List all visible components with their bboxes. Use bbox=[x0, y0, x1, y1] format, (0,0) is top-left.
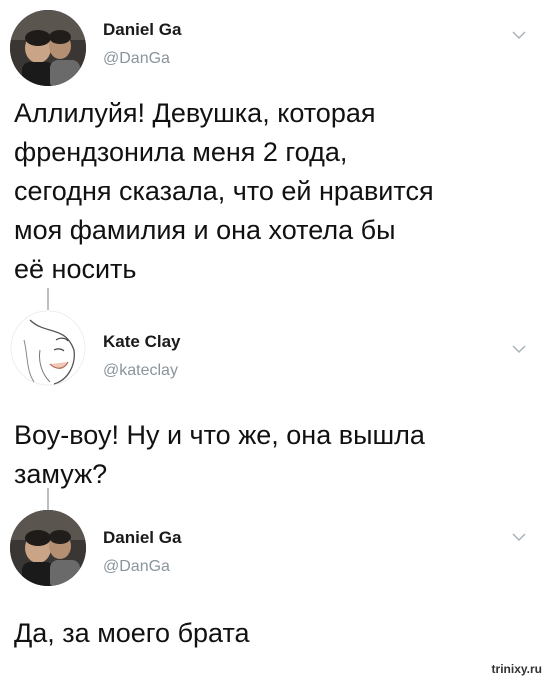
tweet-text: Воу-воу! Ну и что же, она вышла замуж? bbox=[14, 420, 425, 489]
user-handle[interactable]: @kateclay bbox=[103, 362, 178, 380]
sketch-avatar-icon bbox=[10, 310, 86, 386]
tweet-text: Да, за моего брата bbox=[14, 618, 250, 648]
user-name[interactable]: Daniel Ga bbox=[103, 528, 181, 548]
avatar[interactable] bbox=[10, 510, 86, 586]
chevron-down-icon[interactable] bbox=[512, 532, 526, 542]
tweet-text: Аллилуйя! Девушка, которая френдзонила м… bbox=[14, 98, 434, 284]
avatar[interactable] bbox=[10, 310, 86, 386]
avatar[interactable] bbox=[10, 10, 86, 86]
tweet-3: Daniel Ga @DanGa Да, за моего брата bbox=[0, 510, 550, 682]
thread-connector bbox=[47, 488, 49, 510]
user-name[interactable]: Kate Clay bbox=[103, 332, 180, 352]
tweet-1: Daniel Ga @DanGa Аллилуйя! Девушка, кото… bbox=[0, 0, 550, 290]
chevron-down-icon[interactable] bbox=[512, 344, 526, 354]
tweet-2: Kate Clay @kateclay Воу-воу! Ну и что же… bbox=[0, 310, 550, 490]
watermark: trinixy.ru bbox=[491, 662, 542, 676]
thread-connector bbox=[47, 288, 49, 310]
user-handle[interactable]: @DanGa bbox=[103, 558, 170, 576]
user-name[interactable]: Daniel Ga bbox=[103, 20, 181, 40]
photo-avatar-icon bbox=[10, 510, 86, 586]
chevron-down-icon[interactable] bbox=[512, 30, 526, 40]
photo-avatar-icon bbox=[10, 10, 86, 86]
user-handle[interactable]: @DanGa bbox=[103, 50, 170, 68]
